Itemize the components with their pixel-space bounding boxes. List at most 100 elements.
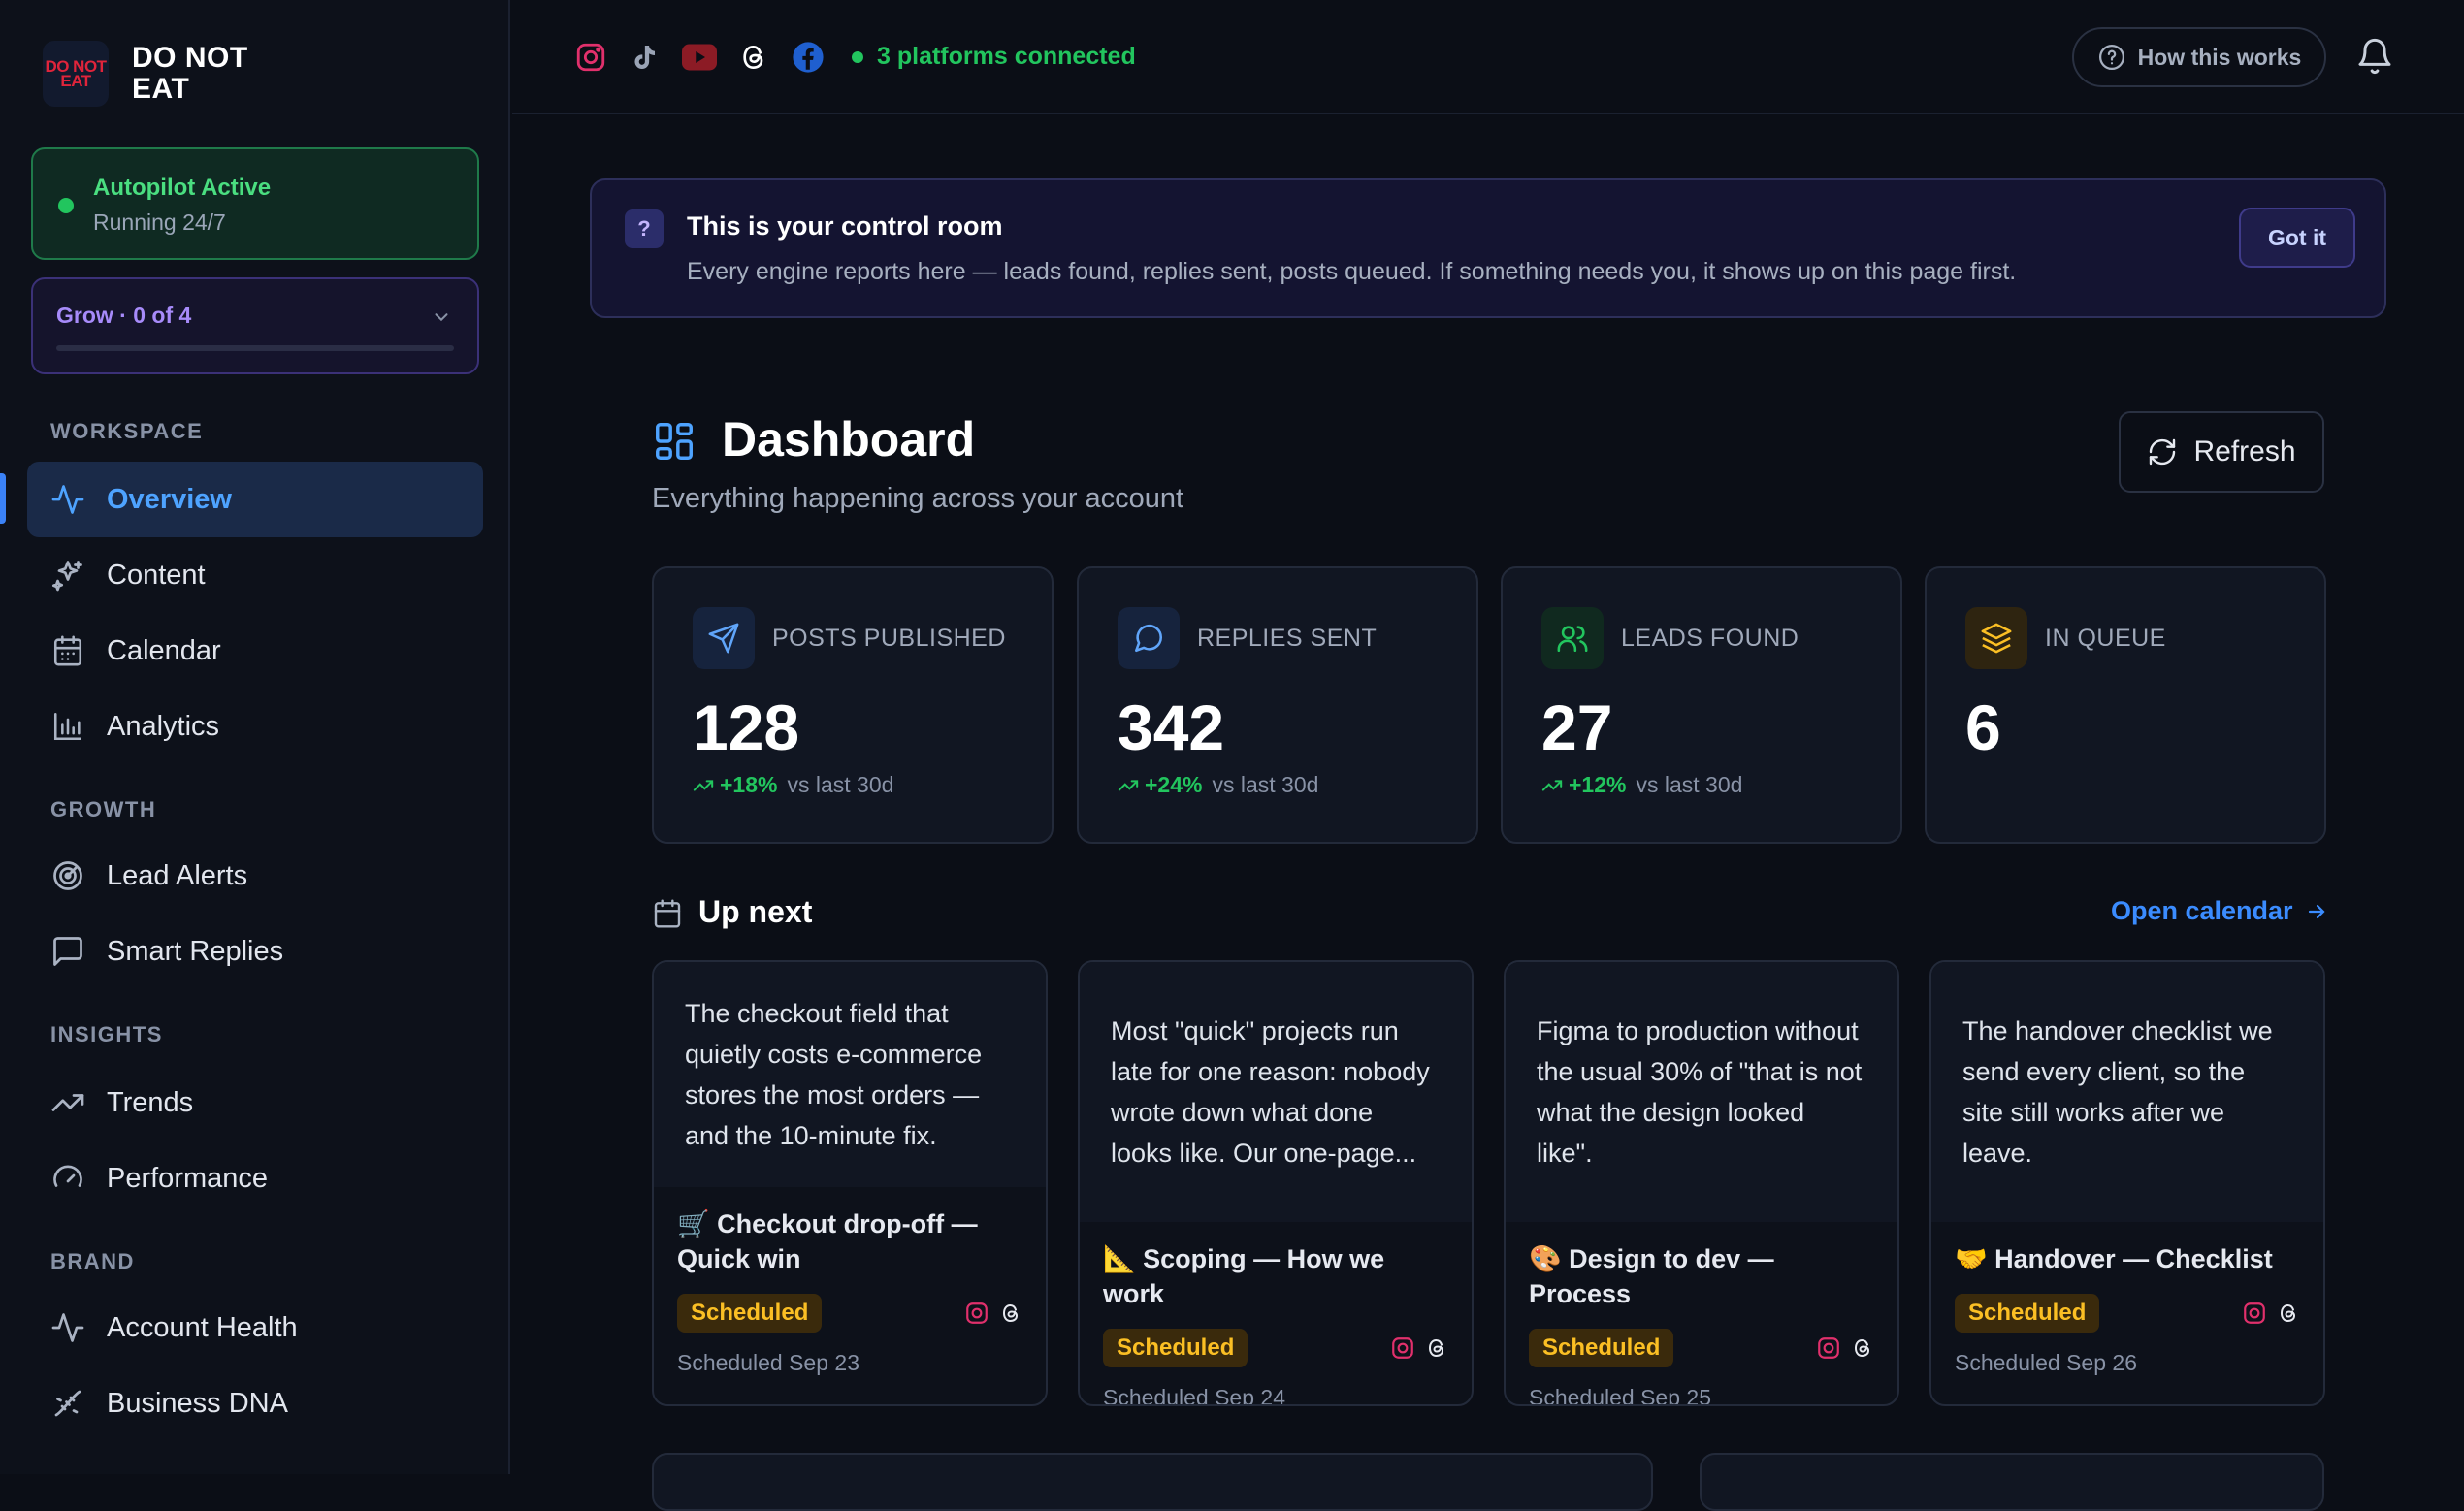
active-indicator bbox=[0, 473, 6, 524]
status-badge: Scheduled bbox=[1103, 1329, 1248, 1367]
connection-status: 3 platforms connected bbox=[852, 43, 1136, 71]
layout-grid-icon bbox=[652, 419, 697, 464]
sidebar-item-trends[interactable]: Trends bbox=[27, 1065, 483, 1141]
sidebar-item-label: Account Health bbox=[107, 1311, 298, 1343]
stat-label: REPLIES SENT bbox=[1197, 625, 1378, 652]
sidebar-item-content[interactable]: Content bbox=[27, 537, 483, 613]
autopilot-status[interactable]: Autopilot Active Running 24/7 bbox=[31, 147, 479, 260]
brand-name: DO NOT EAT bbox=[132, 42, 248, 105]
help-circle-icon bbox=[2098, 45, 2124, 70]
post-meta: 🛒 Checkout drop-off — Quick win Schedule… bbox=[654, 1206, 1046, 1376]
sidebar-item-smart-replies[interactable]: Smart Replies bbox=[27, 914, 483, 989]
section-insights: INSIGHTS bbox=[50, 1022, 163, 1046]
post-meta: 📐 Scoping — How we work Scheduled Schedu… bbox=[1080, 1241, 1472, 1406]
threads-icon bbox=[1854, 1338, 1870, 1358]
sidebar-item-label: Business DNA bbox=[107, 1387, 288, 1419]
scheduled-post-card[interactable]: Most "quick" projects run late for one r… bbox=[1078, 960, 1474, 1406]
send-icon bbox=[693, 607, 755, 669]
instagram-icon[interactable] bbox=[572, 39, 609, 76]
brand-logo: DO NOT EAT bbox=[43, 41, 109, 107]
bottom-panel bbox=[652, 1453, 1653, 1511]
how-this-works-button[interactable]: How this works bbox=[2072, 27, 2326, 87]
scheduled-post-card[interactable]: The handover checklist we send every cli… bbox=[1929, 960, 2325, 1406]
stat-card-leads-found[interactable]: LEADS FOUND 27 +12% vs last 30d bbox=[1501, 566, 1902, 844]
sidebar-item-lead-alerts[interactable]: Lead Alerts bbox=[27, 838, 483, 914]
sidebar-item-calendar[interactable]: Calendar bbox=[27, 613, 483, 689]
message-square-icon bbox=[49, 932, 87, 971]
stat-value: 342 bbox=[1118, 691, 1225, 763]
status-badge: Scheduled bbox=[677, 1294, 823, 1333]
sidebar-item-account-health[interactable]: Account Health bbox=[27, 1290, 483, 1366]
stat-delta: +18% vs last 30d bbox=[693, 772, 893, 798]
stat-card-posts-published[interactable]: POSTS PUBLISHED 128 +18% vs last 30d bbox=[652, 566, 1054, 844]
post-preview: The handover checklist we send every cli… bbox=[1931, 962, 2323, 1222]
tiktok-icon[interactable] bbox=[627, 39, 664, 76]
refresh-icon bbox=[2150, 438, 2176, 466]
post-title: 🤝 Handover — Checklist bbox=[1955, 1244, 2273, 1273]
stat-card-in-queue[interactable]: IN QUEUE 6 bbox=[1925, 566, 2326, 844]
post-preview: Figma to production without the usual 30… bbox=[1506, 962, 1897, 1222]
post-preview: The checkout field that quietly costs e-… bbox=[654, 962, 1046, 1187]
facebook-icon[interactable] bbox=[790, 39, 827, 76]
instagram-icon bbox=[2244, 1302, 2265, 1324]
post-meta: 🎨 Design to dev — Process Scheduled Sche… bbox=[1506, 1241, 1897, 1406]
chevron-down-icon bbox=[431, 306, 452, 328]
post-title: 📐 Scoping — How we work bbox=[1103, 1244, 1385, 1308]
message-circle-icon bbox=[1118, 607, 1180, 669]
instagram-icon bbox=[1818, 1337, 1839, 1359]
section-brand: BRAND bbox=[50, 1249, 135, 1273]
grow-progress-bar bbox=[56, 345, 454, 351]
scheduled-post-card[interactable]: The checkout field that quietly costs e-… bbox=[652, 960, 1048, 1406]
threads-icon bbox=[2280, 1303, 2296, 1323]
radar-icon bbox=[49, 856, 87, 895]
status-badge: Scheduled bbox=[1955, 1294, 2100, 1333]
sidebar-item-analytics[interactable]: Analytics bbox=[27, 689, 483, 764]
post-title: 🛒 Checkout drop-off — Quick win bbox=[677, 1209, 978, 1273]
dna-icon bbox=[49, 1384, 87, 1423]
page-subtitle: Everything happening across your account bbox=[652, 483, 1184, 514]
open-calendar-link[interactable]: Open calendar bbox=[2111, 896, 2328, 926]
sidebar-item-overview[interactable]: Overview bbox=[27, 462, 483, 537]
scheduled-post-card[interactable]: Figma to production without the usual 30… bbox=[1504, 960, 1899, 1406]
banner-body: Every engine reports here — leads found,… bbox=[687, 258, 2017, 285]
instagram-icon bbox=[966, 1302, 988, 1324]
arrow-right-icon bbox=[2308, 904, 2325, 918]
autopilot-title: Autopilot Active bbox=[93, 175, 272, 201]
stat-card-replies-sent[interactable]: REPLIES SENT 342 +24% vs last 30d bbox=[1077, 566, 1478, 844]
topbar: 3 platforms connected How this works bbox=[512, 0, 2464, 114]
bottom-panel bbox=[1700, 1453, 2324, 1511]
brand[interactable]: DO NOT EAT DO NOT EAT bbox=[43, 41, 287, 107]
threads-icon[interactable] bbox=[735, 39, 772, 76]
calendar-icon bbox=[652, 898, 683, 929]
sidebar-item-performance[interactable]: Performance bbox=[27, 1141, 483, 1216]
status-badge: Scheduled bbox=[1529, 1329, 1674, 1367]
sidebar-item-business-dna[interactable]: Business DNA bbox=[27, 1366, 483, 1441]
stat-delta: +12% vs last 30d bbox=[1541, 772, 1742, 798]
sidebar-item-label: Lead Alerts bbox=[107, 859, 248, 891]
page-title: Dashboard bbox=[722, 412, 976, 466]
post-date: Scheduled Sep 24 bbox=[1103, 1385, 1285, 1406]
threads-icon bbox=[1002, 1303, 1019, 1323]
gauge-icon bbox=[49, 1159, 87, 1198]
activity-icon bbox=[49, 1308, 87, 1347]
post-date: Scheduled Sep 25 bbox=[1529, 1385, 1711, 1406]
section-title-up-next: Up next bbox=[698, 894, 813, 929]
post-date: Scheduled Sep 23 bbox=[677, 1350, 859, 1375]
threads-icon bbox=[1428, 1338, 1444, 1358]
layers-icon bbox=[1965, 607, 2027, 669]
sidebar: DO NOT EAT DO NOT EAT Autopilot Active Ru… bbox=[0, 0, 510, 1474]
calendar-icon bbox=[49, 631, 87, 670]
sidebar-item-label: Overview bbox=[107, 483, 232, 515]
grow-dropdown[interactable]: Grow · 0 of 4 bbox=[31, 277, 479, 374]
stat-label: LEADS FOUND bbox=[1621, 625, 1799, 652]
sidebar-item-label: Smart Replies bbox=[107, 935, 284, 967]
post-preview: Most "quick" projects run late for one r… bbox=[1080, 962, 1472, 1222]
status-dot bbox=[58, 198, 74, 213]
post-meta: 🤝 Handover — Checklist Scheduled Schedul… bbox=[1931, 1241, 2323, 1376]
control-room-banner: ? This is your control room Every engine… bbox=[590, 178, 2386, 318]
got-it-button[interactable]: Got it bbox=[2239, 208, 2355, 268]
youtube-icon[interactable] bbox=[681, 39, 718, 76]
post-date: Scheduled Sep 26 bbox=[1955, 1350, 2137, 1375]
refresh-button[interactable]: Refresh bbox=[2119, 411, 2324, 493]
bell-icon[interactable] bbox=[2355, 37, 2394, 76]
